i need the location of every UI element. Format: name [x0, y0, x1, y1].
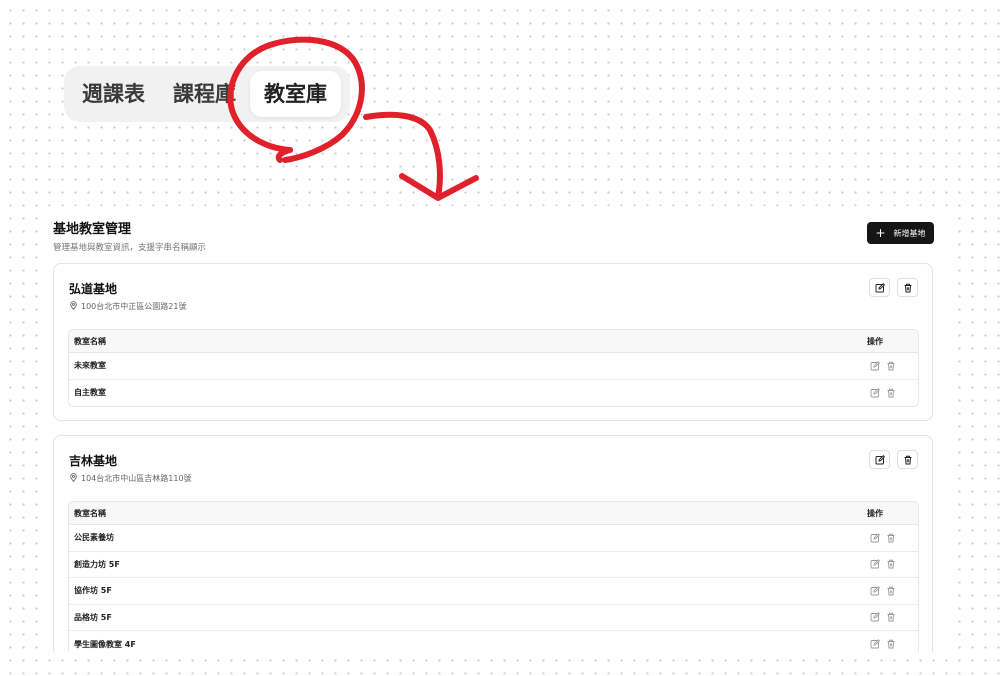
classroom-management-panel: 基地教室管理 管理基地與教室資訊，支援字串名稱顯示 + 新增基地 弘道基地 10…: [40, 206, 956, 652]
room-name: 自主教室: [74, 388, 106, 398]
plus-icon: +: [875, 226, 886, 240]
edit-icon[interactable]: [870, 387, 880, 398]
column-header-room-name: 教室名稱: [74, 508, 106, 518]
room-name: 品格坊 5F: [74, 612, 112, 622]
edit-base-button[interactable]: [869, 450, 890, 469]
base-address-text: 104台北市中山區吉林路110號: [81, 474, 192, 483]
edit-icon[interactable]: [870, 612, 880, 622]
base-card: 弘道基地 100台北市中正區公園路21號 教室名稱 操作 未來教室 自主教室: [53, 263, 933, 421]
trash-icon[interactable]: [886, 388, 896, 398]
room-name: 學生圖像教室 4F: [74, 639, 136, 649]
panel-header: 基地教室管理 管理基地與教室資訊，支援字串名稱顯示: [53, 218, 206, 253]
base-actions: [869, 278, 918, 297]
table-row: 學生圖像教室 4F: [69, 631, 918, 652]
base-name: 弘道基地: [69, 282, 118, 296]
location-pin-icon: [69, 301, 78, 312]
base-card: 吉林基地 104台北市中山區吉林路110號 教室名稱 操作 公民素養坊 創造力坊…: [53, 435, 933, 652]
edit-icon[interactable]: [870, 532, 880, 543]
tab-bar: 週課表 課程庫 教室庫: [64, 66, 350, 122]
edit-icon[interactable]: [870, 585, 880, 596]
row-actions: [870, 387, 896, 398]
row-actions: [870, 532, 896, 543]
row-actions: [870, 585, 896, 596]
base-name: 吉林基地: [69, 454, 118, 468]
delete-base-button[interactable]: [897, 450, 918, 469]
base-actions: [869, 450, 918, 469]
add-base-label: 新增基地: [893, 228, 926, 238]
tab-classroom-library[interactable]: 教室庫: [250, 71, 341, 117]
table-header: 教室名稱 操作: [69, 502, 918, 525]
row-actions: [870, 612, 896, 622]
column-header-actions: 操作: [867, 336, 883, 346]
table-row: 品格坊 5F: [69, 605, 918, 631]
trash-icon: [903, 278, 913, 297]
trash-icon[interactable]: [886, 612, 896, 622]
trash-icon[interactable]: [886, 586, 896, 596]
room-name: 未來教室: [74, 361, 106, 371]
table-row: 未來教室: [69, 353, 918, 380]
trash-icon[interactable]: [886, 533, 896, 543]
table-row: 創造力坊 5F: [69, 552, 918, 578]
page-subtitle: 管理基地與教室資訊，支援字串名稱顯示: [53, 243, 207, 253]
tab-course-library[interactable]: 課程庫: [159, 71, 250, 117]
row-actions: [870, 639, 896, 649]
trash-icon[interactable]: [886, 361, 896, 371]
table-row: 協作坊 5F: [69, 578, 918, 605]
edit-base-button[interactable]: [869, 278, 890, 297]
edit-icon[interactable]: [870, 360, 880, 371]
edit-icon: [875, 450, 885, 469]
room-table: 教室名稱 操作 未來教室 自主教室: [68, 329, 919, 407]
edit-icon: [875, 278, 885, 297]
column-header-actions: 操作: [867, 508, 883, 518]
location-pin-icon: [69, 473, 78, 484]
base-address: 104台北市中山區吉林路110號: [69, 473, 192, 484]
trash-icon: [903, 450, 913, 469]
room-name: 創造力坊 5F: [74, 559, 120, 569]
room-name: 公民素養坊: [74, 533, 114, 543]
delete-base-button[interactable]: [897, 278, 918, 297]
base-address-text: 100台北市中正區公園路21號: [81, 302, 187, 311]
room-table: 教室名稱 操作 公民素養坊 創造力坊 5F 協作坊 5F 品格坊 5F 學生圖像…: [68, 501, 919, 652]
page-title: 基地教室管理: [53, 222, 132, 237]
table-header: 教室名稱 操作: [69, 330, 918, 353]
trash-icon[interactable]: [886, 639, 896, 649]
room-name: 協作坊 5F: [74, 586, 112, 596]
table-row: 自主教室: [69, 380, 918, 407]
trash-icon[interactable]: [886, 559, 896, 569]
table-row: 公民素養坊: [69, 525, 918, 552]
edit-icon[interactable]: [870, 639, 880, 649]
add-base-button[interactable]: + 新增基地: [867, 222, 934, 244]
column-header-room-name: 教室名稱: [74, 336, 106, 346]
row-actions: [870, 559, 896, 569]
row-actions: [870, 360, 896, 371]
base-address: 100台北市中正區公園路21號: [69, 301, 186, 312]
edit-icon[interactable]: [870, 559, 880, 569]
tab-weekly-schedule[interactable]: 週課表: [68, 71, 159, 117]
